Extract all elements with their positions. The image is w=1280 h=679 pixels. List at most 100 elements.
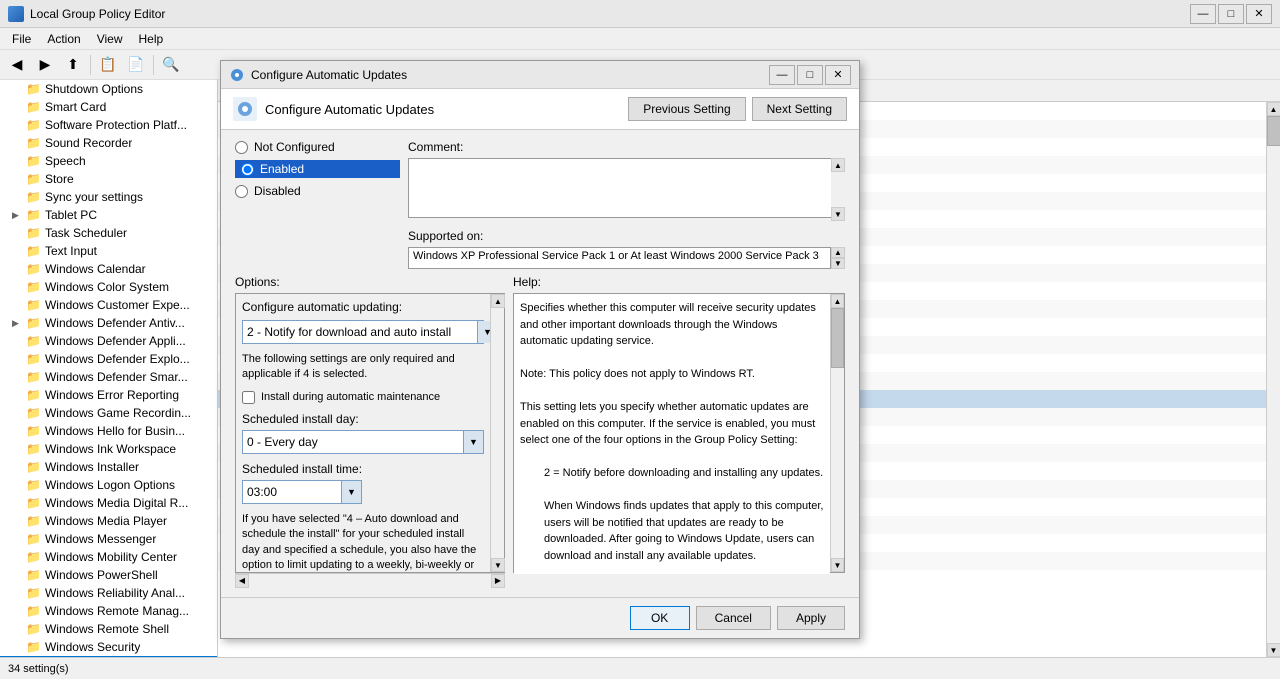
tree-item-sync[interactable]: 📁 Sync your settings: [0, 188, 217, 206]
tree-item-winsecurity[interactable]: 📁 Windows Security: [0, 638, 217, 656]
ok-button[interactable]: OK: [630, 606, 690, 630]
tree-item-label: Windows Reliability Anal...: [45, 586, 185, 600]
cancel-button[interactable]: Cancel: [696, 606, 771, 630]
tree-item-winhello[interactable]: 📁 Windows Hello for Busin...: [0, 422, 217, 440]
help-vertical-scrollbar[interactable]: ▲ ▼: [830, 294, 844, 572]
tree-item-label: Windows Error Reporting: [45, 388, 179, 402]
scrollbar-thumb[interactable]: [1267, 116, 1280, 146]
supported-scroll-down[interactable]: ▼: [831, 258, 845, 269]
menu-view[interactable]: View: [89, 30, 131, 48]
tree-item-wincustexper[interactable]: 📁 Windows Customer Expe...: [0, 296, 217, 314]
options-scroll-up-arrow[interactable]: ▲: [491, 294, 505, 308]
help-scroll-down[interactable]: ▼: [831, 558, 844, 572]
scrollbar-down-arrow[interactable]: ▼: [1267, 643, 1280, 657]
supported-on-label: Supported on:: [408, 229, 483, 243]
supported-scroll-up[interactable]: ▲: [831, 247, 845, 258]
filter-button[interactable]: 🔍: [158, 53, 184, 77]
tree-item-store[interactable]: 📁 Store: [0, 170, 217, 188]
tree-item-soundrecorder[interactable]: 📁 Sound Recorder: [0, 134, 217, 152]
back-button[interactable]: ◀: [4, 53, 30, 77]
folder-icon: 📁: [26, 640, 41, 654]
expand-arrow: ▶: [12, 318, 22, 329]
options-label-cell: Options:: [235, 275, 505, 289]
app-title: Local Group Policy Editor: [30, 7, 165, 21]
tree-item-defenderexploit[interactable]: 📁 Windows Defender Explo...: [0, 350, 217, 368]
next-setting-button[interactable]: Next Setting: [752, 97, 847, 121]
tree-item-tabletpc[interactable]: ▶ 📁 Tablet PC: [0, 206, 217, 224]
tree-item-shutdown[interactable]: 📁 Shutdown Options: [0, 80, 217, 98]
tree-item-defenderapp[interactable]: 📁 Windows Defender Appli...: [0, 332, 217, 350]
tree-item-speech[interactable]: 📁 Speech: [0, 152, 217, 170]
install-checkbox[interactable]: [242, 391, 255, 404]
tree-item-textinput[interactable]: 📁 Text Input: [0, 242, 217, 260]
forward-button[interactable]: ▶: [32, 53, 58, 77]
comment-scroll-down[interactable]: ▼: [831, 207, 845, 221]
folder-icon: 📁: [26, 478, 41, 492]
menu-help[interactable]: Help: [131, 30, 172, 48]
comment-textarea[interactable]: [408, 158, 845, 218]
tree-item-wincolorsystem[interactable]: 📁 Windows Color System: [0, 278, 217, 296]
paste-button[interactable]: 📄: [123, 53, 149, 77]
tree-item-taskscheduler[interactable]: 📁 Task Scheduler: [0, 224, 217, 242]
tree-item-winerrorrep[interactable]: 📁 Windows Error Reporting: [0, 386, 217, 404]
folder-icon: 📁: [26, 442, 41, 456]
tree-item-wininstaller[interactable]: 📁 Windows Installer: [0, 458, 217, 476]
tree-item-label: Windows Security: [45, 640, 140, 654]
tree-item-label: Windows Mobility Center: [45, 550, 177, 564]
radio-enabled[interactable]: [241, 163, 254, 176]
radio-disabled-text: Disabled: [254, 184, 301, 198]
dialog-maximize-button[interactable]: □: [797, 65, 823, 85]
tree-item-winmobility[interactable]: 📁 Windows Mobility Center: [0, 548, 217, 566]
tree-item-smartcard[interactable]: 📁 Smart Card: [0, 98, 217, 116]
up-button[interactable]: ⬆: [60, 53, 86, 77]
tree-item-winreliability[interactable]: 📁 Windows Reliability Anal...: [0, 584, 217, 602]
tree-item-winmessenger[interactable]: 📁 Windows Messenger: [0, 530, 217, 548]
previous-setting-button[interactable]: Previous Setting: [628, 97, 745, 121]
tree-item-winremoteman[interactable]: 📁 Windows Remote Manag...: [0, 602, 217, 620]
minimize-button[interactable]: —: [1190, 4, 1216, 24]
radio-not-configured[interactable]: [235, 141, 248, 154]
radio-disabled-label[interactable]: Disabled: [235, 184, 400, 198]
options-vertical-scrollbar[interactable]: ▲ ▼: [490, 294, 504, 572]
maximize-button[interactable]: □: [1218, 4, 1244, 24]
tree-item-wincalendar[interactable]: 📁 Windows Calendar: [0, 260, 217, 278]
tree-item-label: Shutdown Options: [45, 82, 143, 96]
help-scroll-up[interactable]: ▲: [831, 294, 844, 308]
copy-button[interactable]: 📋: [95, 53, 121, 77]
radio-enabled-label[interactable]: Enabled: [235, 160, 400, 178]
comment-scrollbar: ▲ ▼: [831, 158, 845, 221]
right-panel-scrollbar[interactable]: ▲ ▼: [1266, 102, 1280, 657]
dialog-close-button[interactable]: ✕: [825, 65, 851, 85]
help-scroll-thumb[interactable]: [831, 308, 844, 368]
close-button[interactable]: ✕: [1246, 4, 1272, 24]
radio-disabled[interactable]: [235, 185, 248, 198]
configure-updates-dialog: Configure Automatic Updates — □ ✕ Config…: [220, 60, 860, 639]
tree-item-defendersmart[interactable]: 📁 Windows Defender Smar...: [0, 368, 217, 386]
tree-item-winink[interactable]: 📁 Windows Ink Workspace: [0, 440, 217, 458]
configure-updating-dropdown[interactable]: 2 - Notify for download and auto install…: [243, 321, 477, 343]
hscroll-left-arrow[interactable]: ◀: [235, 574, 249, 588]
tree-item-winpowershell[interactable]: 📁 Windows PowerShell: [0, 566, 217, 584]
scheduled-day-dropdown[interactable]: 0 - Every day 1 - Every Sunday 2 - Every…: [243, 431, 463, 453]
dropdown-arrow[interactable]: ▼: [477, 321, 490, 343]
comment-scroll-up[interactable]: ▲: [831, 158, 845, 172]
dialog-minimize-button[interactable]: —: [769, 65, 795, 85]
tree-item-winmediaplayer[interactable]: 📁 Windows Media Player: [0, 512, 217, 530]
options-scroll-down-arrow[interactable]: ▼: [491, 558, 505, 572]
scheduled-time-dropdown[interactable]: 00:00 01:00 02:00 03:00 04:00 05:00: [243, 481, 341, 503]
tree-item-wingamerecord[interactable]: 📁 Windows Game Recordin...: [0, 404, 217, 422]
scheduled-time-arrow[interactable]: ▼: [341, 481, 361, 503]
tree-item-winremoteshell[interactable]: 📁 Windows Remote Shell: [0, 620, 217, 638]
scheduled-install-day-label: Scheduled install day:: [242, 412, 484, 426]
menu-file[interactable]: File: [4, 30, 39, 48]
apply-button[interactable]: Apply: [777, 606, 845, 630]
radio-not-configured-label[interactable]: Not Configured: [235, 140, 400, 154]
tree-item-defenderantivirus[interactable]: ▶ 📁 Windows Defender Antiv...: [0, 314, 217, 332]
tree-item-softprotect[interactable]: 📁 Software Protection Platf...: [0, 116, 217, 134]
tree-item-winlogon[interactable]: 📁 Windows Logon Options: [0, 476, 217, 494]
menu-action[interactable]: Action: [39, 30, 88, 48]
scrollbar-up-arrow[interactable]: ▲: [1267, 102, 1280, 116]
tree-item-winmedia[interactable]: 📁 Windows Media Digital R...: [0, 494, 217, 512]
hscroll-right-arrow[interactable]: ▶: [491, 574, 505, 588]
scheduled-day-arrow[interactable]: ▼: [463, 431, 483, 453]
